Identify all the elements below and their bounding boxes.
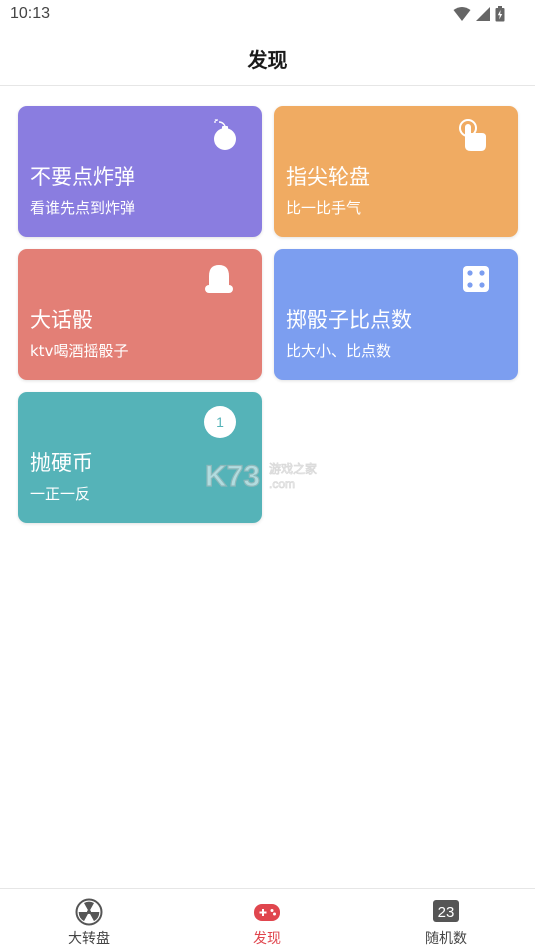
card-title: 指尖轮盘 xyxy=(286,165,370,189)
tab-label: 随机数 xyxy=(425,931,467,947)
page-title: 发现 xyxy=(247,48,288,72)
status-bar: 10:13 xyxy=(0,0,535,30)
card-liars-dice[interactable]: 大话骰 ktv喝酒摇骰子 xyxy=(18,249,262,380)
tab-label: 发现 xyxy=(253,931,281,947)
tab-discover[interactable]: 发现 xyxy=(207,889,327,951)
card-subtitle: 比大小、比点数 xyxy=(286,342,392,360)
wheel-icon xyxy=(75,898,103,926)
coin-label: 1 xyxy=(216,414,224,430)
card-subtitle: 比一比手气 xyxy=(286,199,362,217)
pointer-hand-icon xyxy=(459,119,486,151)
status-icons xyxy=(453,6,505,22)
wifi-icon xyxy=(453,7,471,21)
dice-cup-icon xyxy=(205,265,233,293)
card-title: 不要点炸弹 xyxy=(30,165,135,189)
watermark-logo: K73 游戏之家 .com xyxy=(204,458,331,498)
bomb-icon xyxy=(214,119,236,150)
card-subtitle: 看谁先点到炸弹 xyxy=(30,199,136,217)
card-fingertip-roulette[interactable]: 指尖轮盘 比一比手气 xyxy=(274,106,518,237)
watermark-line2: .com xyxy=(269,477,295,491)
card-dont-click-bomb[interactable]: 不要点炸弹 看谁先点到炸弹 xyxy=(18,106,262,237)
dice-icon xyxy=(463,266,489,292)
tab-label: 大转盘 xyxy=(68,931,110,947)
signal-icon xyxy=(476,7,490,21)
app-header: 发现 xyxy=(0,30,535,86)
bottom-tab-bar: 大转盘 发现 23 随机数 xyxy=(0,888,535,951)
card-dice-compare[interactable]: 掷骰子比点数 比大小、比点数 xyxy=(274,249,518,380)
coin-icon: 1 xyxy=(204,406,236,438)
gamepad-icon xyxy=(254,904,280,921)
card-title: 大话骰 xyxy=(30,308,93,332)
card-subtitle: 一正一反 xyxy=(30,485,91,503)
random-number-icon: 23 xyxy=(433,900,459,922)
battery-icon xyxy=(495,6,505,22)
card-title: 掷骰子比点数 xyxy=(286,308,412,332)
watermark-brand: K73 xyxy=(205,460,260,493)
card-subtitle: ktv喝酒摇骰子 xyxy=(30,342,129,360)
card-title: 抛硬币 xyxy=(30,451,93,475)
tab-random-number[interactable]: 23 随机数 xyxy=(386,889,506,951)
tab-wheel[interactable]: 大转盘 xyxy=(29,889,149,951)
watermark-line1: 游戏之家 xyxy=(269,461,317,476)
status-time: 10:13 xyxy=(10,5,51,22)
random-number-icon-text: 23 xyxy=(438,904,455,921)
